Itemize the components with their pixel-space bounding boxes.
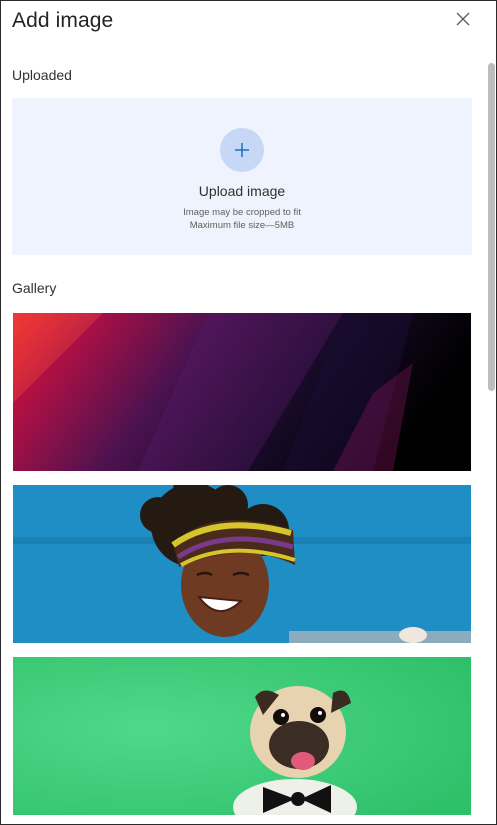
crop-note: Image may be cropped to fit xyxy=(183,207,301,218)
gallery-item-pug[interactable] xyxy=(13,657,471,815)
upload-plus-circle xyxy=(220,128,264,172)
close-button[interactable] xyxy=(453,9,473,29)
scrollbar[interactable] xyxy=(485,1,496,824)
file-size-note: Maximum file size—5MB xyxy=(189,220,295,231)
gallery-item-abstract-gradient[interactable] xyxy=(13,313,471,471)
gallery-section-label: Gallery xyxy=(12,280,57,296)
dialog-title: Add image xyxy=(12,9,114,32)
pug-bowtie-image xyxy=(13,657,471,815)
smiling-woman-headwrap-image xyxy=(13,485,471,643)
upload-image-label: Upload image xyxy=(198,183,286,199)
close-icon xyxy=(456,12,470,26)
gallery-item-smiling-woman[interactable] xyxy=(13,485,471,643)
add-image-panel: Add image Uploaded Upload image Image ma… xyxy=(0,0,497,825)
scrollbar-thumb[interactable] xyxy=(488,63,495,391)
abstract-gradient-image xyxy=(13,313,471,471)
plus-icon xyxy=(235,143,249,157)
uploaded-section-label: Uploaded xyxy=(12,67,72,83)
upload-image-button[interactable]: Upload image Image may be cropped to fit… xyxy=(12,98,472,255)
